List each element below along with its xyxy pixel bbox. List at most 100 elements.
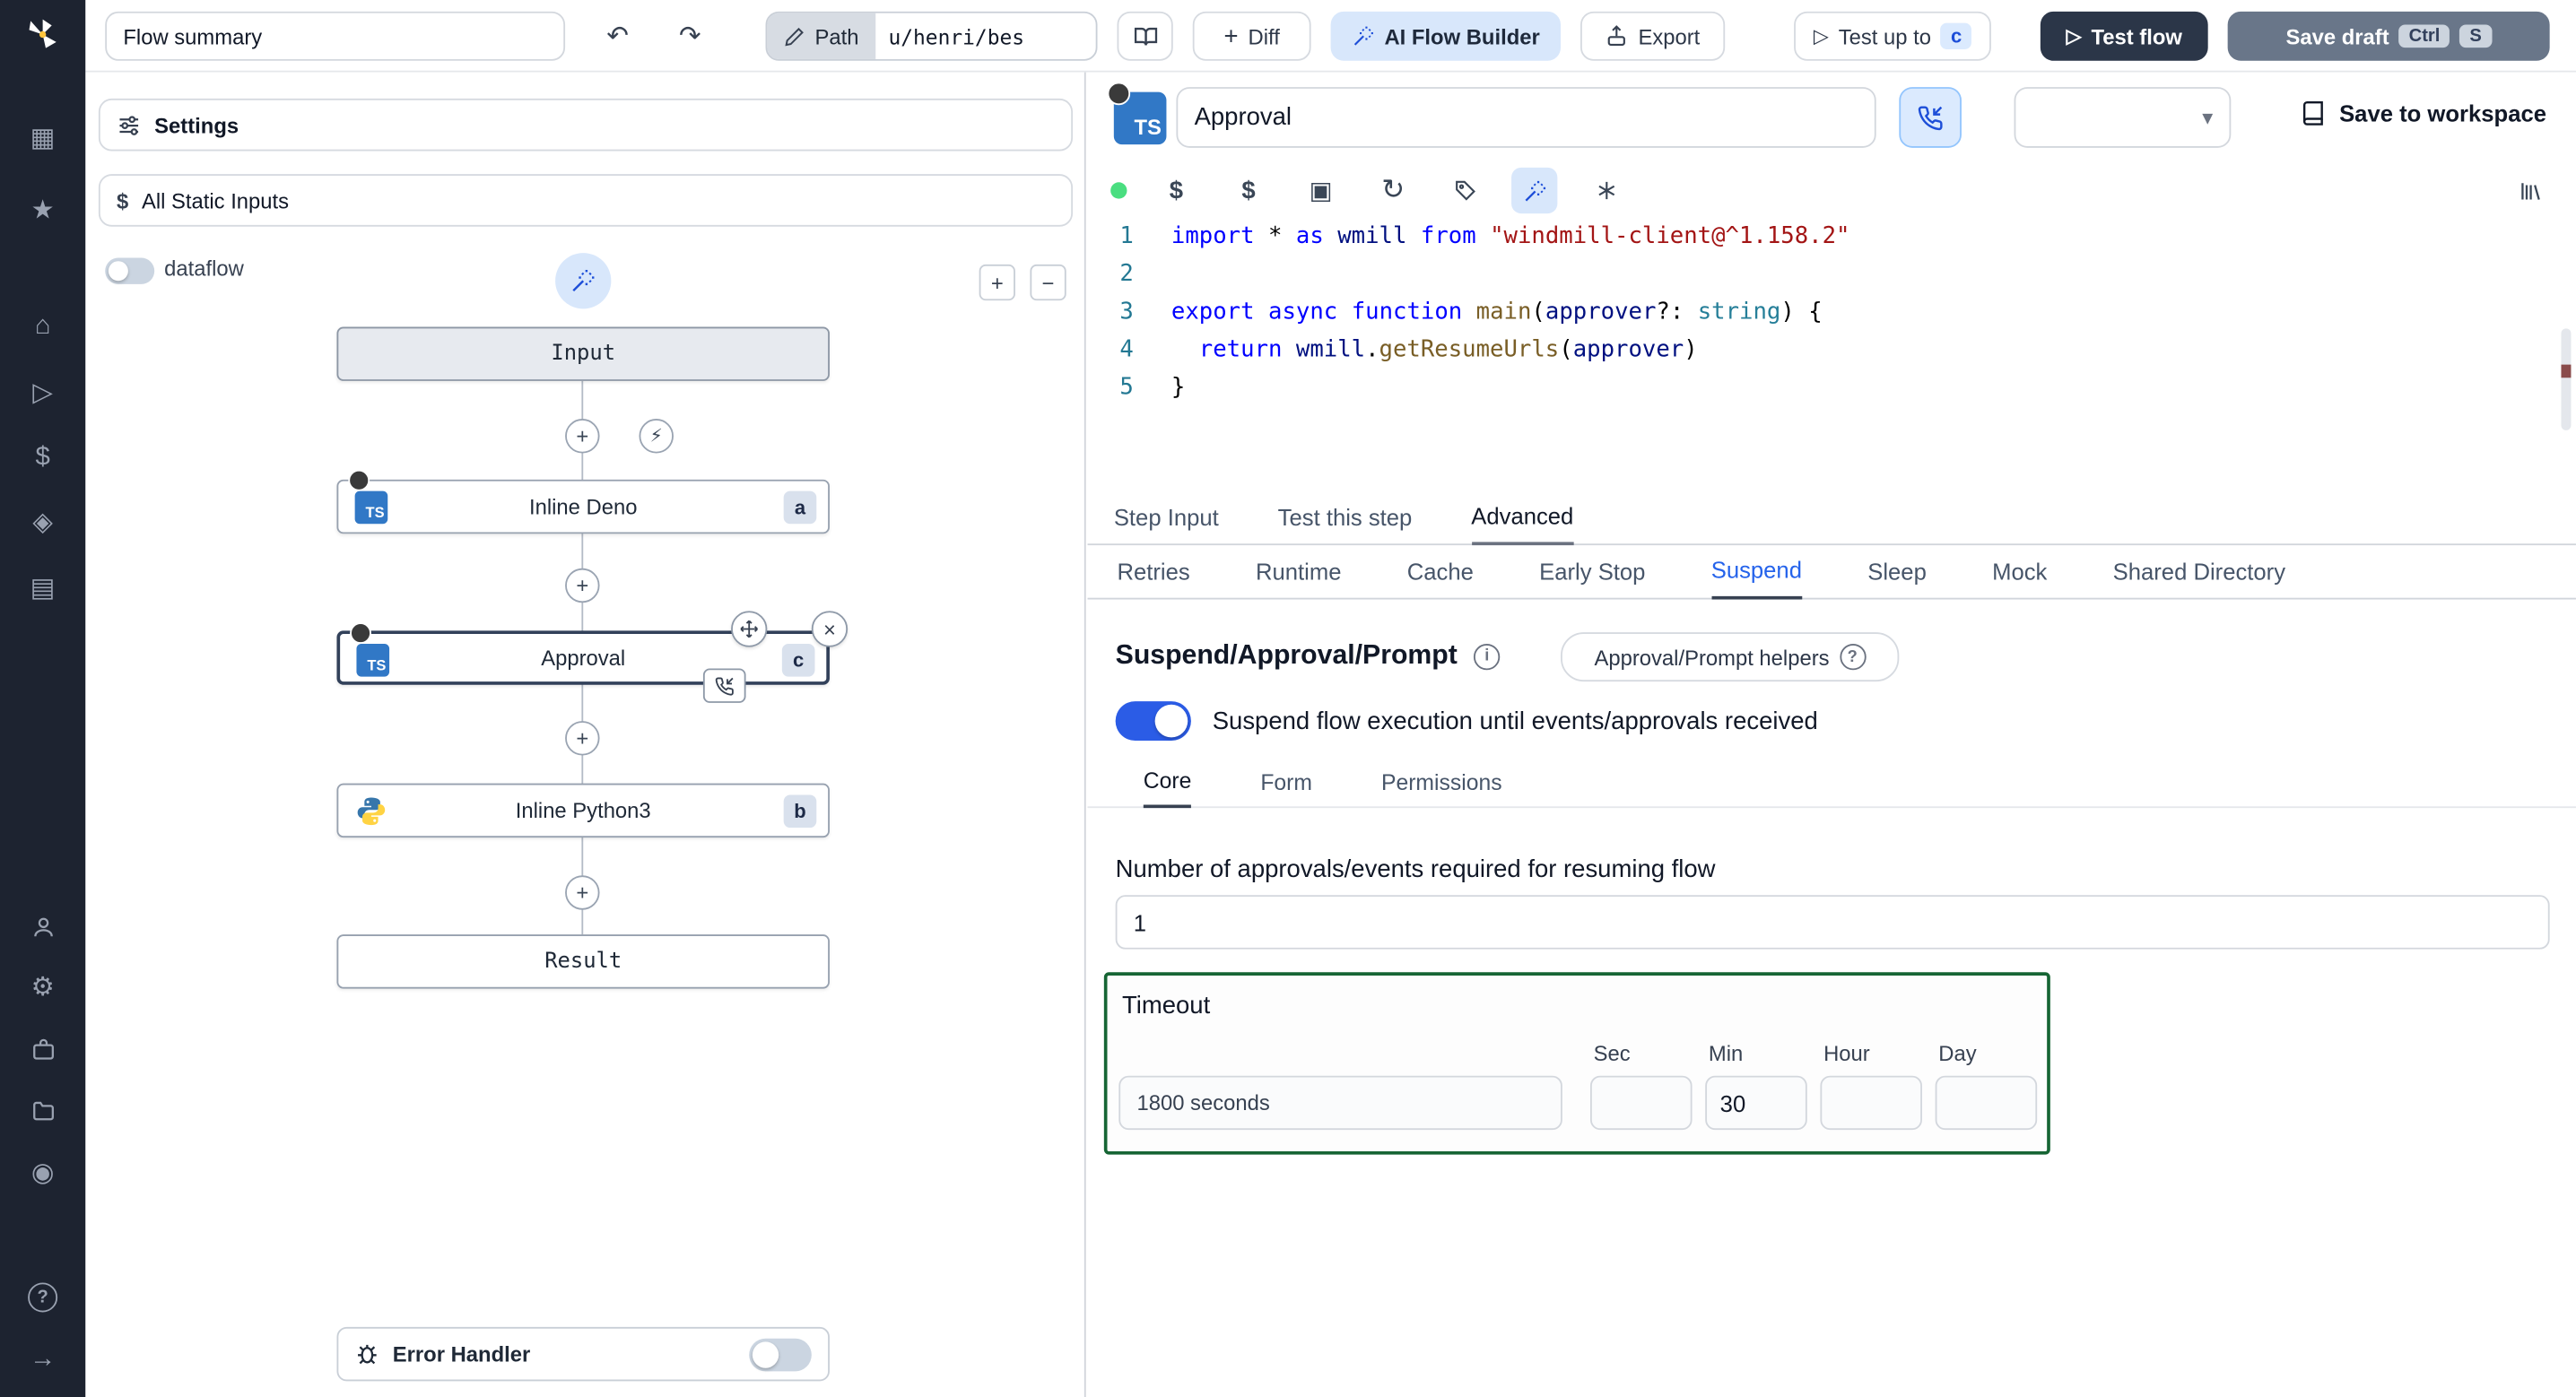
error-handler-toggle[interactable] [749,1337,812,1371]
save-to-workspace-button[interactable]: Save to workspace [2300,100,2546,126]
help-icon[interactable]: ? [28,1282,58,1313]
tab-mock[interactable]: Mock [1992,559,2047,598]
play-icon: ▷ [2066,24,2082,48]
insert-step-button[interactable]: + [565,875,600,910]
export-button[interactable]: Export [1580,11,1726,61]
test-flow-label: Test flow [2091,23,2182,49]
suspend-toggle-label: Suspend flow execution until events/appr… [1212,707,1818,736]
code-lines[interactable]: import * as wmill from "windmill-client@… [1171,219,2543,408]
status-dot [1110,182,1127,199]
asterisk-icon[interactable] [1584,168,1630,213]
approval-prompt-helpers-button[interactable]: Approval/Prompt helpers ? [1561,632,1900,682]
library-icon[interactable] [2507,168,2553,213]
delete-step-button[interactable]: × [811,611,849,647]
step-annotation-icon [350,622,371,644]
folders-icon[interactable] [23,1090,63,1130]
timeout-hour-input[interactable] [1820,1075,1922,1131]
redo-icon[interactable]: ↷ [670,16,709,56]
apps-icon[interactable]: ▦ [23,118,63,158]
timeout-day-input[interactable] [1935,1075,2038,1131]
suspend-heading-row: Suspend/Approval/Prompt i [1116,640,1501,672]
timeout-min-input[interactable] [1705,1075,1807,1131]
insert-step-button[interactable]: + [565,721,600,756]
users-icon[interactable] [23,907,63,946]
expand-sidebar-icon[interactable]: → [23,1341,63,1380]
flow-summary-input[interactable] [105,11,566,61]
tab-retries[interactable]: Retries [1117,559,1189,598]
approvals-count-input[interactable] [1115,895,2550,950]
overview-ruler-tick [2561,364,2572,378]
step-name-input[interactable] [1176,87,1876,148]
diff-button[interactable]: + Diff [1192,11,1311,61]
variables-icon[interactable]: $ [23,438,63,478]
save-draft-button[interactable]: Save draft Ctrl S [2227,11,2550,61]
tab-form[interactable]: Form [1260,770,1312,806]
move-icon [740,620,759,638]
undo-icon[interactable]: ↶ [598,16,638,56]
node-result[interactable]: Result [336,934,830,989]
topbar: ↶ ↷ Path u/henri/bes + Diff AI Flow [85,0,2576,73]
tab-core[interactable]: Core [1143,768,1192,809]
all-static-inputs-button[interactable]: $ All Static Inputs [98,174,1074,227]
code-editor[interactable]: 12345 import * as wmill from "windmill-c… [1088,217,2576,493]
suspend-phone-button[interactable] [1899,87,1962,148]
tag-icon[interactable] [1442,168,1488,213]
audit-logs-eye-icon[interactable]: ◉ [23,1153,63,1193]
save-draft-label: Save draft [2285,23,2389,49]
tab-permissions[interactable]: Permissions [1381,770,1502,806]
path-control[interactable]: Path u/henri/bes [765,11,1098,61]
tab-early-stop[interactable]: Early Stop [1539,559,1645,598]
editor-scrollbar[interactable] [2561,328,2572,430]
ai-flow-builder-button[interactable]: AI Flow Builder [1330,11,1562,61]
test-up-to-button[interactable]: ▷ Test up to c [1794,11,1991,61]
error-handler-button[interactable]: Error Handler [336,1326,830,1382]
suspend-toggle[interactable] [1115,701,1191,742]
export-icon [1606,24,1629,48]
package-icon[interactable]: ▣ [1298,168,1344,213]
trigger-lightning-button[interactable]: ⚡ [639,419,674,454]
flow-settings-button[interactable]: Settings [98,98,1074,152]
timeout-sec-input[interactable] [1589,1075,1693,1131]
zoom-in-button[interactable]: + [979,264,1015,301]
tab-suspend[interactable]: Suspend [1710,557,1802,600]
tab-test-this-step[interactable]: Test this step [1278,504,1413,543]
docs-button[interactable] [1117,11,1173,61]
tab-sleep[interactable]: Sleep [1867,559,1927,598]
node-inline-deno[interactable]: TS Inline Deno a [336,469,830,534]
info-icon[interactable]: i [1474,643,1501,670]
timeout-group: Timeout Sec Min Hour Day [1103,972,2050,1155]
dataflow-toggle[interactable] [105,257,155,284]
wand-icon [572,269,595,292]
move-step-button[interactable] [731,611,768,647]
path-segment[interactable]: Path [767,13,875,59]
template-select[interactable]: ▾ [2014,87,2232,148]
favorites-star-icon[interactable]: ★ [23,190,63,230]
tab-cache[interactable]: Cache [1407,559,1474,598]
runs-icon[interactable]: ▷ [23,373,63,412]
ai-wand-button[interactable] [555,253,612,309]
settings-gear-icon[interactable]: ⚙ [23,967,63,1007]
resources-icon[interactable]: ◈ [23,502,63,542]
resources-dollar-icon[interactable]: $ [1225,168,1271,213]
node-inline-python[interactable]: Inline Python3 b [336,783,830,838]
reload-icon[interactable]: ↻ [1371,168,1416,213]
tab-shared-directory[interactable]: Shared Directory [2113,559,2285,598]
workers-icon[interactable] [23,1029,63,1069]
home-icon[interactable]: ⌂ [23,308,63,347]
insert-step-button[interactable]: + [565,419,600,454]
zoom-out-button[interactable]: − [1030,264,1066,301]
windmill-logo[interactable] [22,13,65,56]
test-flow-button[interactable]: ▷ Test flow [2040,11,2208,61]
node-input[interactable]: Input [336,326,830,381]
tab-step-input[interactable]: Step Input [1114,504,1219,543]
insert-step-button[interactable]: + [565,568,600,603]
timeout-seconds-input[interactable] [1118,1075,1562,1131]
timeout-label: Timeout [1121,992,1211,1020]
tab-advanced[interactable]: Advanced [1471,502,1574,546]
variables-icon[interactable]: $ [1153,168,1199,213]
schedules-icon[interactable]: ▤ [23,568,63,608]
ai-assistant-wand-icon[interactable] [1511,167,1558,214]
tab-runtime[interactable]: Runtime [1256,559,1342,598]
phone-incoming-icon [715,676,734,695]
node-inline-python-label: Inline Python3 [515,798,651,823]
